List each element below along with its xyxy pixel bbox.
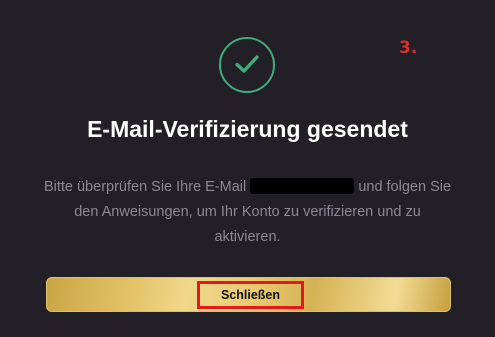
redacted-email [250, 178, 355, 194]
message-text-start: Bitte überprüfen Sie Ihre E-Mail [43, 179, 247, 195]
verification-dialog: 3. E-Mail-Verifizierung gesendet Bitte ü… [0, 0, 495, 337]
dialog-title: E-Mail-Verifizierung gesendet [87, 116, 408, 142]
step-annotation: 3. [399, 38, 418, 58]
checkmark-icon [235, 55, 259, 73]
dialog-message: Bitte überprüfen Sie Ihre E-Mail und fol… [40, 175, 455, 250]
check-circle-icon [219, 37, 275, 93]
close-button[interactable] [46, 277, 451, 312]
